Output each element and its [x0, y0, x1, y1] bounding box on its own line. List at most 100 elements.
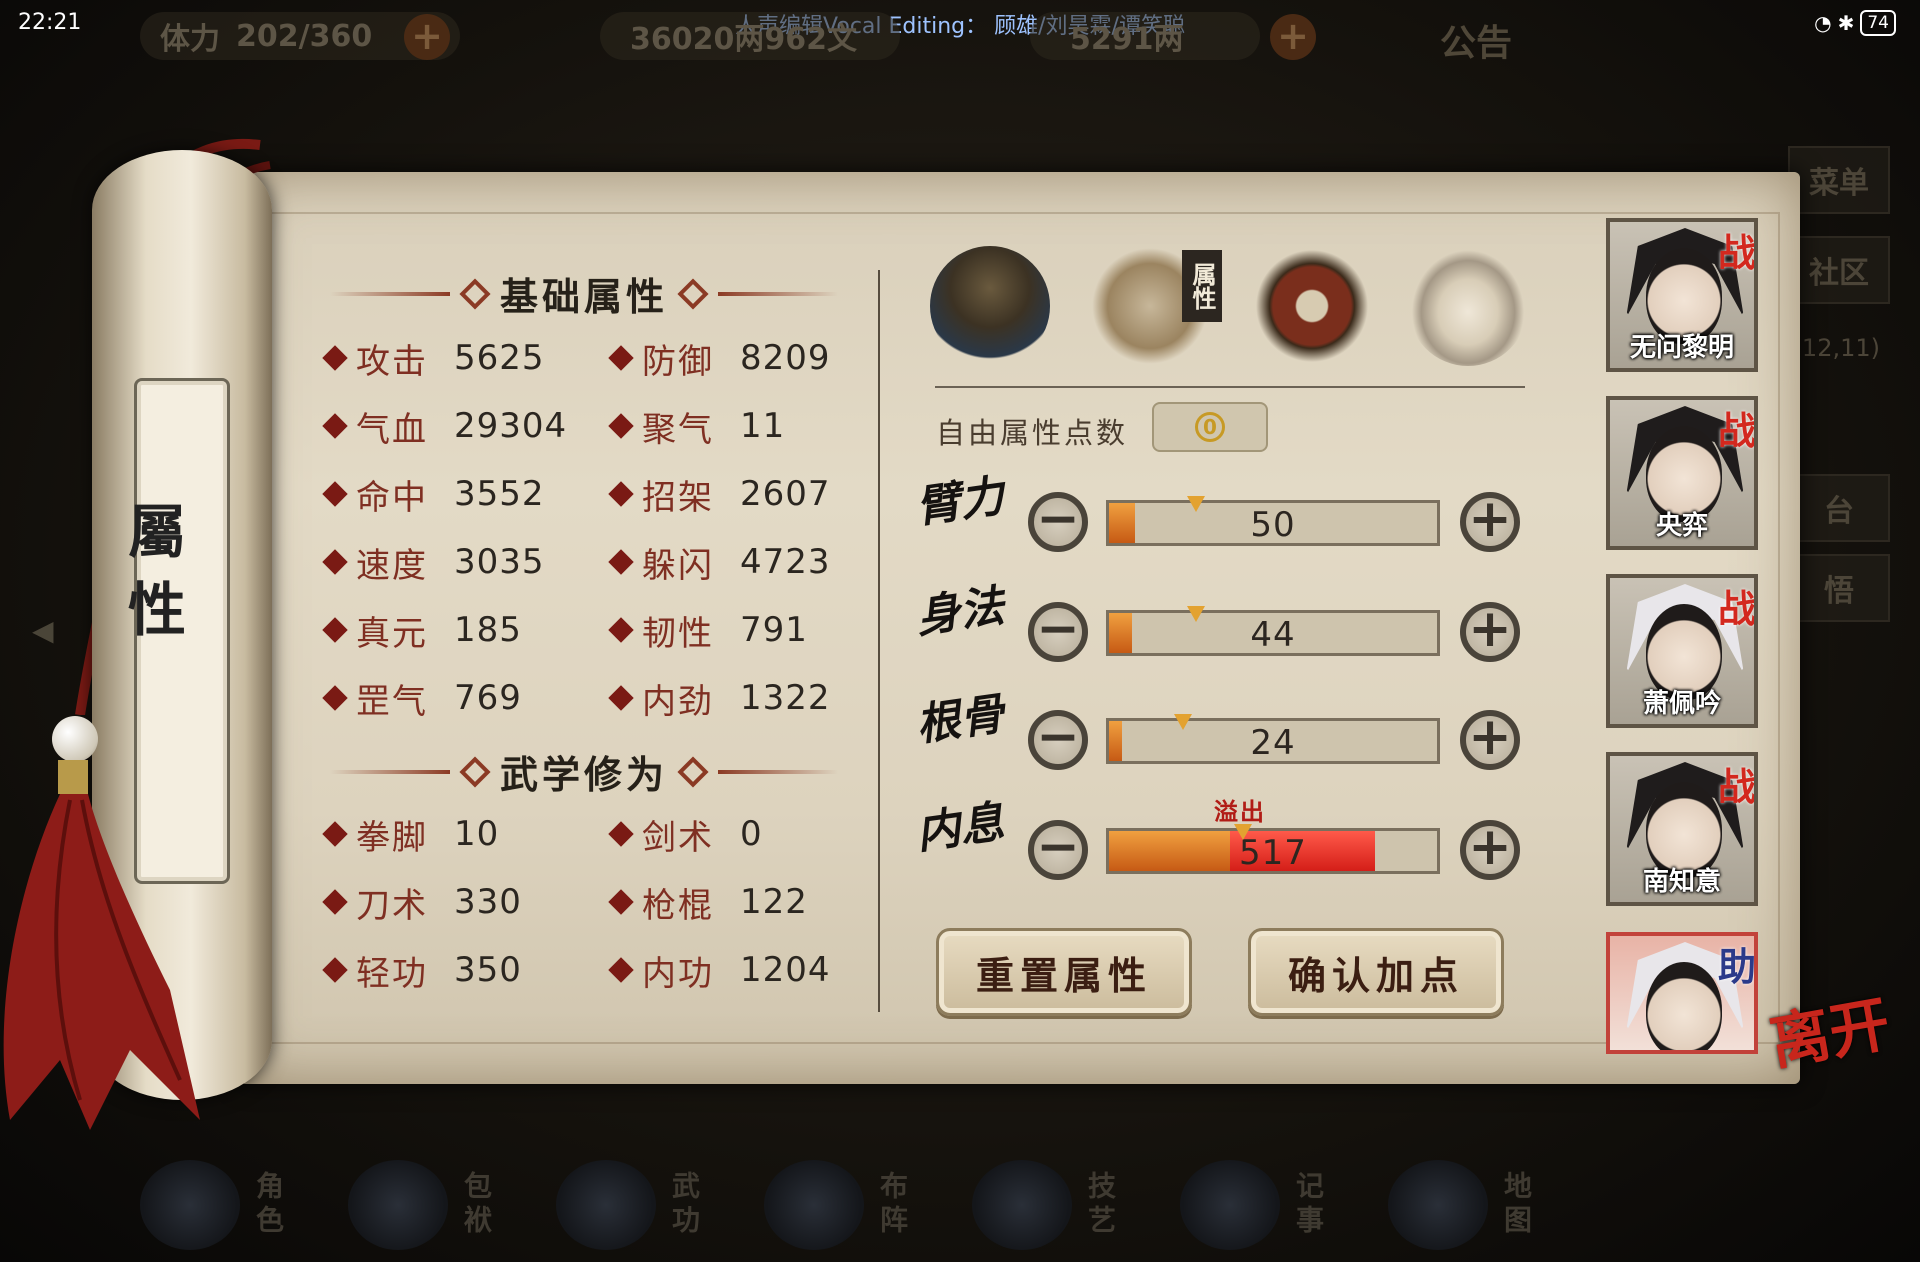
- tab-meridian-icon[interactable]: [1408, 246, 1528, 366]
- stamina-label: 体力: [160, 22, 220, 57]
- stat-defense: 防御 8209: [608, 336, 831, 382]
- decrease-strength-button[interactable]: −: [1028, 492, 1088, 552]
- stat-hp: 气血 29304: [322, 404, 567, 450]
- increase-agility-button[interactable]: +: [1460, 602, 1520, 662]
- bag-icon: [348, 1160, 448, 1250]
- diamond-icon: [608, 549, 634, 575]
- nav-journal[interactable]: 记事: [1180, 1150, 1350, 1260]
- stat-value: 5625: [454, 338, 545, 378]
- face: [1646, 962, 1722, 1050]
- books-icon: [556, 1160, 656, 1250]
- stat-value: 4723: [740, 542, 831, 582]
- stat-gang-qi: 罡气 769: [322, 676, 522, 722]
- heading-ornament: [330, 769, 450, 774]
- heading-ornament: [718, 291, 839, 296]
- nav-formation[interactable]: 布阵: [764, 1150, 934, 1260]
- stat-value: 185: [454, 610, 522, 650]
- increase-constitution-button[interactable]: +: [1460, 710, 1520, 770]
- stat-label: 剑术: [642, 817, 714, 858]
- game-screen: 22:21 人声编辑Vocal Editing： 顾雄/刘昊霖/谭笑聪 ◔ ✱ …: [0, 0, 1920, 1262]
- heading-text: 武学修为: [500, 753, 669, 797]
- nav-skills[interactable]: 技艺: [972, 1150, 1142, 1260]
- reset-attributes-button[interactable]: 重置属性: [936, 928, 1192, 1016]
- stat-value: 3035: [454, 542, 545, 582]
- jade-bead-icon: [52, 716, 98, 762]
- stat-parry: 招架 2607: [608, 472, 831, 518]
- nav-label: 技艺: [1084, 1171, 1117, 1239]
- skill-blade: 刀术 330: [322, 880, 522, 926]
- silver-display: 36020两962文: [600, 12, 900, 60]
- leave-button[interactable]: 离开: [1765, 989, 1895, 1079]
- stamina-value: 202/360: [236, 18, 373, 54]
- agility-bar: 44: [1106, 610, 1440, 656]
- diamond-icon: [608, 481, 634, 507]
- stat-label: 聚气: [642, 409, 714, 450]
- add-stamina-button[interactable]: +: [404, 14, 450, 60]
- nav-bag[interactable]: 包袱: [348, 1150, 518, 1260]
- diamond-icon: [608, 821, 634, 847]
- stat-toughness: 韧性 791: [608, 608, 808, 654]
- stat-value: 2607: [740, 474, 831, 514]
- increase-breath-button[interactable]: +: [1460, 820, 1520, 880]
- decrease-constitution-button[interactable]: −: [1028, 710, 1088, 770]
- diamond-icon: [608, 413, 634, 439]
- tab-bagua-icon[interactable]: [1252, 246, 1372, 366]
- increase-strength-button[interactable]: +: [1460, 492, 1520, 552]
- silver-value: 36020两962文: [630, 22, 857, 57]
- bagua-icon: [764, 1160, 864, 1250]
- notice-button[interactable]: 公告: [1440, 14, 1512, 66]
- party-assist-member[interactable]: 助: [1606, 932, 1758, 1054]
- stat-speed: 速度 3035: [322, 540, 545, 586]
- stat-label: 韧性: [642, 613, 714, 654]
- nav-martial[interactable]: 武功: [556, 1150, 726, 1260]
- party-member[interactable]: 战 南知意: [1606, 752, 1758, 906]
- stat-dodge: 躲闪 4723: [608, 540, 831, 586]
- enlightenment-button[interactable]: 悟: [1788, 554, 1890, 622]
- tab-character-icon[interactable]: [930, 246, 1050, 366]
- stat-label: 内功: [642, 953, 714, 994]
- nav-map[interactable]: 地图: [1388, 1150, 1558, 1260]
- stat-label: 刀术: [356, 885, 428, 926]
- menu-button[interactable]: 菜单: [1788, 146, 1890, 214]
- stage-button[interactable]: 台: [1788, 474, 1890, 542]
- party-member[interactable]: 战 无问黎明: [1606, 218, 1758, 372]
- diamond-icon: [608, 617, 634, 643]
- stat-label: 命中: [356, 477, 428, 518]
- diamond-icon: [322, 413, 348, 439]
- attr-constitution-label: 根骨: [912, 688, 1008, 752]
- diamond-icon: [322, 957, 348, 983]
- attr-strength-label: 臂力: [912, 470, 1008, 534]
- party-member[interactable]: 战 央弈: [1606, 396, 1758, 550]
- heading-diamond-icon: [677, 277, 709, 310]
- diamond-icon: [322, 481, 348, 507]
- stat-value: 0: [740, 814, 763, 854]
- party-member[interactable]: 战 萧佩吟: [1606, 574, 1758, 728]
- add-gold-button[interactable]: +: [1270, 14, 1316, 60]
- decrease-agility-button[interactable]: −: [1028, 602, 1088, 662]
- breath-marker-icon: [1233, 824, 1252, 840]
- diamond-icon: [322, 345, 348, 371]
- nav-role[interactable]: 角色: [140, 1150, 310, 1260]
- overflow-label: 溢出: [1214, 798, 1266, 826]
- strength-value: 50: [1250, 505, 1296, 545]
- constitution-value: 24: [1250, 723, 1296, 763]
- column-divider: [878, 270, 880, 1012]
- community-button[interactable]: 社区: [1788, 236, 1890, 304]
- attr-breath-label: 内息: [912, 796, 1008, 860]
- skill-spear: 枪棍 122: [608, 880, 808, 926]
- panel-title: 屬性: [118, 501, 186, 657]
- decrease-breath-button[interactable]: −: [1028, 820, 1088, 880]
- confirm-points-button[interactable]: 确认加点: [1248, 928, 1504, 1016]
- tassel-icon: [3, 760, 201, 1130]
- stat-label: 轻功: [356, 953, 428, 994]
- tab-attributes-label: 属性: [1182, 250, 1222, 322]
- martial-heading: 武学修为: [330, 744, 839, 799]
- stat-true-essence: 真元 185: [322, 608, 522, 654]
- nav-label: 角色: [252, 1171, 285, 1239]
- diamond-icon: [608, 685, 634, 711]
- stat-value: 350: [454, 950, 522, 990]
- heading-ornament: [718, 769, 839, 774]
- skill-inner: 内功 1204: [608, 948, 831, 994]
- stat-label: 真元: [356, 613, 428, 654]
- stat-label: 躲闪: [642, 545, 714, 586]
